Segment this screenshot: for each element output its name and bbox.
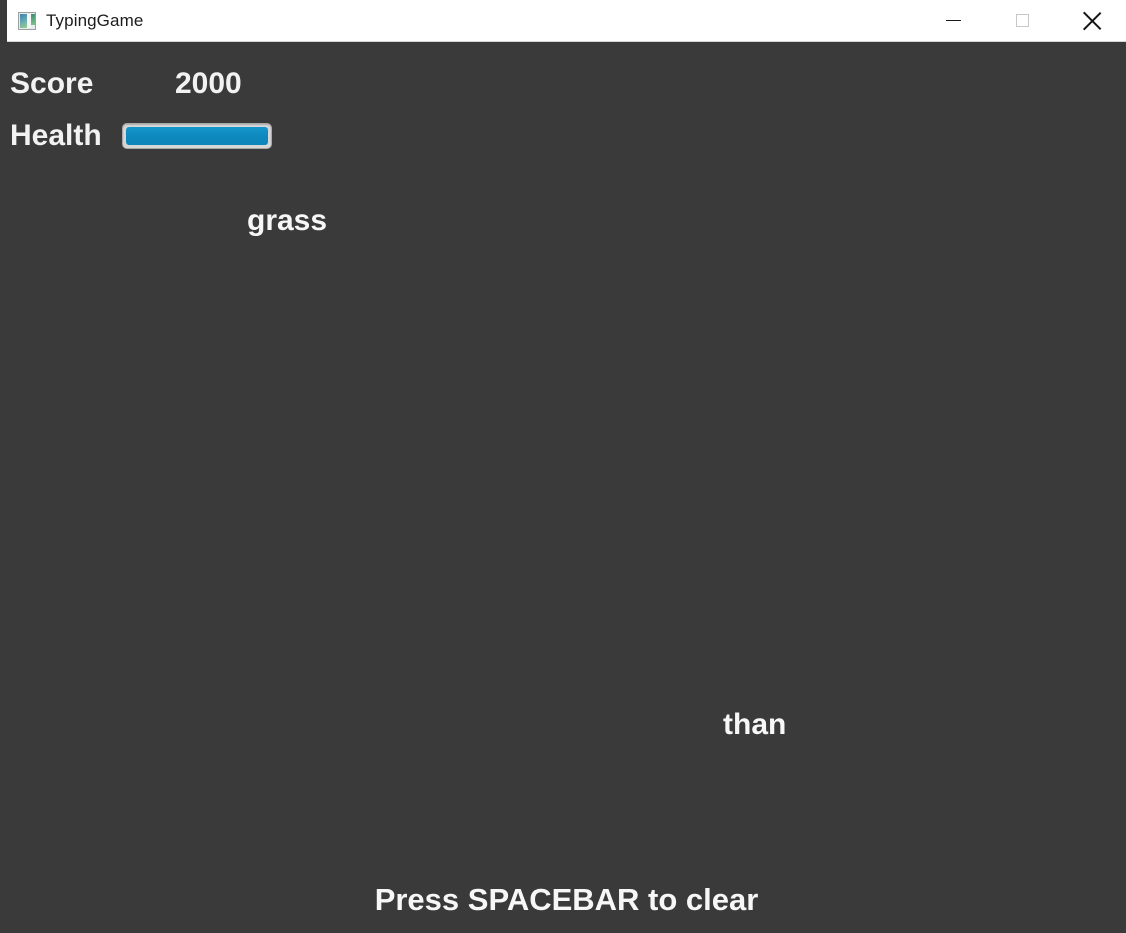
window-title: TypingGame [46, 10, 144, 30]
falling-word: grass [247, 204, 328, 237]
application-image-icon [18, 11, 36, 30]
window-controls [919, 0, 1126, 42]
close-button[interactable] [1057, 0, 1126, 42]
spacebar-hint: Press SPACEBAR to clear [374, 882, 759, 917]
health-row: Health [10, 119, 272, 153]
score-label: Score [10, 67, 94, 100]
health-bar-fill [126, 127, 268, 145]
health-label: Health [10, 119, 102, 152]
maximize-icon [1016, 14, 1029, 27]
score-value: 2000 [175, 67, 242, 100]
minimize-button[interactable] [919, 0, 988, 42]
close-icon [1083, 12, 1101, 30]
minimize-icon [946, 20, 961, 21]
window-title-bar[interactable]: TypingGame [7, 0, 1126, 42]
game-canvas[interactable]: Score 2000 Health grass than Press SPACEB… [7, 43, 1126, 933]
icon-shape-right [31, 13, 35, 25]
falling-word: than [723, 708, 787, 741]
maximize-button[interactable] [988, 0, 1057, 42]
typing-game-window: TypingGame Score 2000 Health grass than … [0, 0, 1126, 933]
icon-shape-left [20, 13, 27, 28]
health-bar [122, 123, 272, 149]
score-row: Score 2000 [10, 67, 242, 101]
